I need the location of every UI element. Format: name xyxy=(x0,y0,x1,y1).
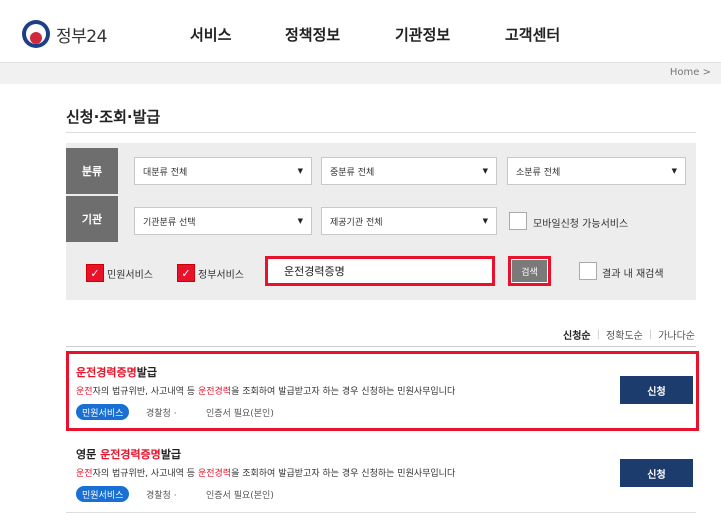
nav-item-policy[interactable]: 정책정보 xyxy=(285,24,340,45)
list-divider xyxy=(66,346,696,347)
breadcrumb-bar: Home > xyxy=(0,62,721,84)
category-label: 분류 xyxy=(66,148,118,194)
apply-button[interactable]: 신청 xyxy=(620,459,693,487)
minor-category-value: 소분류 전체 xyxy=(516,167,561,178)
page-title: 신청·조회·발급 xyxy=(66,108,161,126)
mid-category-select[interactable]: 중분류 전체 ▼ xyxy=(321,157,497,185)
search-button[interactable]: 검색 xyxy=(512,260,547,282)
provider-value: 제공기관 전체 xyxy=(330,217,383,228)
divider xyxy=(66,132,696,133)
nav-item-agency[interactable]: 기관정보 xyxy=(395,24,450,45)
taegeuk-logo-icon xyxy=(22,20,50,48)
result-description: 운전자의 법규위반, 사고내역 등 운전경력을 조회하여 발급받고자 하는 경우… xyxy=(76,387,456,397)
breadcrumb[interactable]: Home > xyxy=(670,67,711,78)
sort-by-accuracy[interactable]: 정확도순 xyxy=(606,327,643,342)
result-agency: 경찰청 · xyxy=(146,409,177,419)
gov-service-checkbox[interactable]: ✓ xyxy=(177,264,195,282)
civil-service-badge: 민원서비스 xyxy=(76,404,130,420)
result-title[interactable]: 운전경력증명발급 xyxy=(76,364,157,380)
apply-button[interactable]: 신청 xyxy=(620,376,693,404)
dropdown-arrow-icon: ▼ xyxy=(671,167,677,175)
dropdown-arrow-icon: ▼ xyxy=(297,217,303,225)
logo-text: 정부24 xyxy=(56,26,107,47)
sort-separator: | xyxy=(596,329,600,340)
sort-separator: | xyxy=(648,329,653,340)
civil-service-label: 민원서비스 xyxy=(107,270,153,281)
dropdown-arrow-icon: ▼ xyxy=(482,217,488,225)
result-description: 운전자의 법규위반, 사고내역 등 운전경력을 조회하여 발급받고자 하는 경우… xyxy=(76,469,456,479)
nav-item-services[interactable]: 서비스 xyxy=(190,24,231,45)
agency-type-value: 기관분류 선택 xyxy=(143,217,196,228)
sort-options: 신청순 | 정확도순 | 가나다순 xyxy=(563,327,695,342)
major-category-value: 대분류 전체 xyxy=(143,167,188,178)
search-within-results-label: 결과 내 재검색 xyxy=(602,269,664,280)
gov-service-label: 정부서비스 xyxy=(198,270,244,281)
mobile-service-checkbox[interactable] xyxy=(509,212,527,230)
civil-service-badge: 민원서비스 xyxy=(76,486,130,502)
site-logo[interactable]: 정부24 xyxy=(22,20,107,48)
sort-by-application[interactable]: 신청순 xyxy=(563,327,591,342)
minor-category-select[interactable]: 소분류 전체 ▼ xyxy=(507,157,686,185)
site-header: 정부24 서비스 정책정보 기관정보 고객센터 xyxy=(0,0,721,62)
result-cert-requirement: 인증서 필요(본인) xyxy=(206,491,274,501)
item-divider xyxy=(66,512,696,513)
result-agency: 경찰청 · xyxy=(146,491,177,501)
major-category-select[interactable]: 대분류 전체 ▼ xyxy=(134,157,312,185)
result-cert-requirement: 인증서 필요(본인) xyxy=(206,409,274,419)
agency-label: 기관 xyxy=(66,196,118,242)
mid-category-value: 중분류 전체 xyxy=(330,167,375,178)
agency-type-select[interactable]: 기관분류 선택 ▼ xyxy=(134,207,312,235)
result-title[interactable]: 영문 운전경력증명발급 xyxy=(76,446,181,462)
search-input[interactable]: 운전경력증명 xyxy=(265,256,495,286)
provider-select[interactable]: 제공기관 전체 ▼ xyxy=(321,207,497,235)
sort-by-alphabet[interactable]: 가나다순 xyxy=(658,327,695,342)
civil-service-checkbox[interactable]: ✓ xyxy=(86,264,104,282)
dropdown-arrow-icon: ▼ xyxy=(482,167,488,175)
nav-item-support[interactable]: 고객센터 xyxy=(505,24,560,45)
search-within-results-checkbox[interactable] xyxy=(579,262,597,280)
mobile-service-label: 모바일신청 가능서비스 xyxy=(533,219,629,230)
dropdown-arrow-icon: ▼ xyxy=(297,167,303,175)
